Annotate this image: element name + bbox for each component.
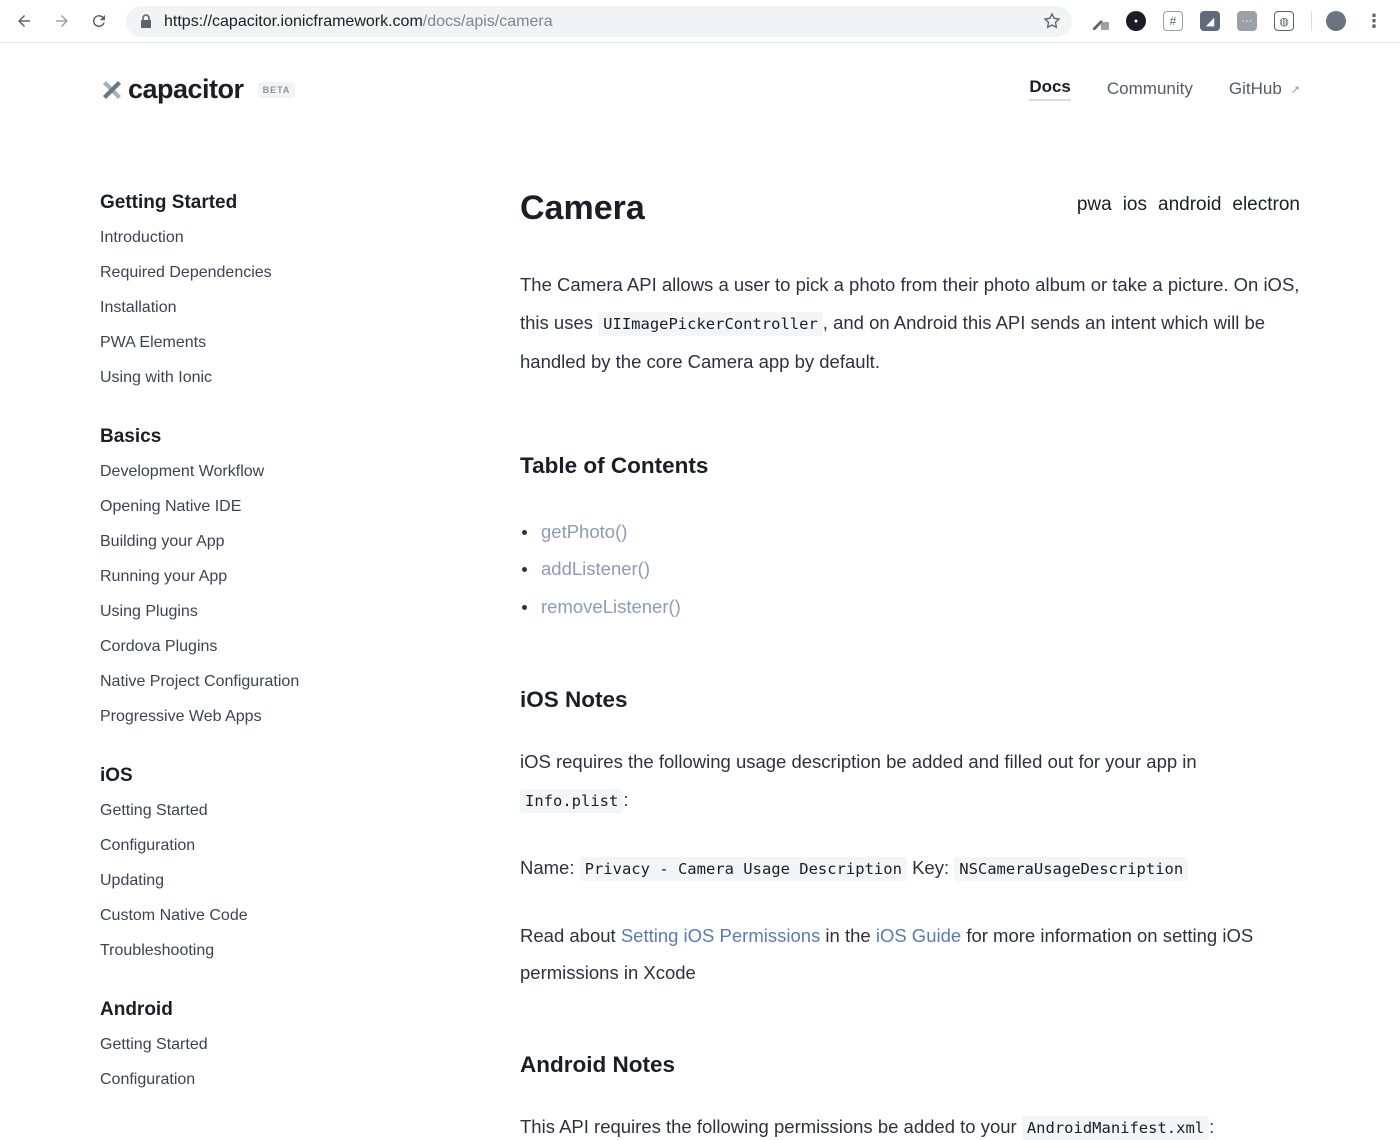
sidebar-item-android-configuration[interactable]: Configuration (100, 1067, 420, 1102)
inline-code: UIImagePickerController (598, 311, 823, 336)
toc-heading: Table of Contents (520, 452, 709, 478)
ios-notes-heading: iOS Notes (520, 687, 628, 712)
reload-button[interactable] (86, 8, 112, 34)
sidebar-group-title: Android (100, 999, 173, 1020)
nav-github[interactable]: GitHub ↗ (1229, 79, 1300, 99)
inline-code: NSCameraUsageDescription (954, 857, 1189, 881)
inline-code: Info.plist (520, 788, 624, 813)
sidebar-group-android: Android Getting Started Configuration (100, 997, 420, 1102)
toc-link-addlistener[interactable]: addListener() (541, 558, 650, 579)
toc-list: getPhoto() addListener() removeListener(… (520, 513, 1300, 626)
sidebar-item-introduction[interactable]: Introduction (100, 225, 420, 260)
android-notes-heading: Android Notes (520, 1051, 675, 1077)
capacitor-x-icon (103, 80, 121, 99)
sidebar-item-installation[interactable]: Installation (100, 295, 420, 330)
beta-badge: BETA (257, 81, 296, 98)
forward-arrow-icon (56, 15, 68, 27)
ios-notes-paragraph: iOS requires the following usage descrip… (520, 743, 1300, 820)
logo-text: capacitor (128, 74, 244, 104)
nav-community[interactable]: Community (1107, 79, 1193, 99)
sidebar-group-getting-started: Getting Started Introduction Required De… (100, 190, 420, 400)
browser-menu-icon[interactable]: ⋮ (1364, 11, 1384, 31)
sidebar-item-ios-troubleshooting[interactable]: Troubleshooting (100, 938, 420, 973)
url-text: https://capacitor.ionicframework.com/doc… (164, 13, 553, 30)
lock-icon (141, 14, 151, 28)
bookmark-star-icon[interactable] (1042, 11, 1062, 31)
sidebar-item-ios-updating[interactable]: Updating (100, 868, 420, 903)
sidebar-item-required-dependencies[interactable]: Required Dependencies (100, 260, 420, 295)
sidebar-item-ios-configuration[interactable]: Configuration (100, 833, 420, 868)
back-arrow-icon (18, 15, 30, 27)
sidebar-item-native-project-configuration[interactable]: Native Project Configuration (100, 669, 420, 704)
sidebar-item-pwa-elements[interactable]: PWA Elements (100, 330, 420, 365)
profile-avatar-icon[interactable] (1326, 11, 1346, 31)
toc-item: getPhoto() (520, 513, 1300, 551)
platform-tag-pwa: pwa (1076, 194, 1112, 215)
external-link-icon: ↗ (1290, 83, 1300, 96)
sidebar-item-building-your-app[interactable]: Building your App (100, 529, 420, 564)
platform-tag-electron: electron (1232, 194, 1300, 215)
sidebar-group-ios: iOS Getting Started Configuration Updati… (100, 763, 420, 973)
browser-toolbar: https://capacitor.ionicframework.com/doc… (0, 0, 1400, 43)
toolbar-divider (1311, 11, 1312, 31)
capacitor-logo[interactable]: capacitor BETA (100, 74, 296, 105)
toc-item: removeListener() (520, 588, 1300, 626)
setting-ios-permissions-link[interactable]: Setting iOS Permissions (621, 925, 820, 946)
sidebar-group-basics: Basics Development Workflow Opening Nati… (100, 424, 420, 739)
sidebar-item-running-your-app[interactable]: Running your App (100, 564, 420, 599)
platform-tag-ios: ios (1122, 194, 1147, 215)
ios-usage-key-paragraph: Name: Privacy - Camera Usage Description… (520, 849, 1300, 889)
sidebar-group-title: Getting Started (100, 192, 238, 213)
extension-arrow-icon[interactable]: ◢ (1200, 11, 1220, 31)
sidebar-item-progressive-web-apps[interactable]: Progressive Web Apps (100, 704, 420, 739)
sidebar-item-ios-custom-native-code[interactable]: Custom Native Code (100, 903, 420, 938)
sidebar-item-android-getting-started[interactable]: Getting Started (100, 1032, 420, 1067)
sidebar-item-opening-native-ide[interactable]: Opening Native IDE (100, 494, 420, 529)
toc-link-getphoto[interactable]: getPhoto() (541, 521, 627, 542)
hash-extension-icon[interactable]: # (1163, 11, 1183, 31)
nav-docs[interactable]: Docs (1029, 77, 1071, 101)
reload-icon (92, 15, 105, 28)
back-button[interactable] (11, 8, 37, 34)
platform-tag-android: android (1158, 194, 1222, 215)
toc-item: addListener() (520, 550, 1300, 588)
extension-dark-icon[interactable]: ● (1126, 11, 1146, 31)
sidebar-item-using-with-ionic[interactable]: Using with Ionic (100, 365, 420, 400)
main-content: Camera pwa ios android electron The Came… (520, 182, 1300, 1140)
extension-bulb-icon[interactable]: ◍ (1274, 11, 1294, 31)
intro-paragraph: The Camera API allows a user to pick a p… (520, 274, 1300, 372)
sidebar-group-title: iOS (100, 765, 133, 786)
toc-link-removelistener[interactable]: removeListener() (541, 596, 681, 617)
sidebar-item-ios-getting-started[interactable]: Getting Started (100, 798, 420, 833)
forward-button[interactable] (49, 8, 75, 34)
platform-tags: pwa ios android electron (1066, 194, 1300, 216)
sidebar-group-title: Basics (100, 426, 162, 447)
inline-code: Privacy - Camera Usage Description (579, 857, 907, 881)
address-bar[interactable]: https://capacitor.ionicframework.com/doc… (126, 6, 1072, 37)
inline-code: AndroidManifest.xml (1021, 1115, 1210, 1140)
ios-guide-link[interactable]: iOS Guide (876, 925, 961, 946)
eyedropper-extension-icon[interactable] (1090, 11, 1110, 31)
site-header: capacitor BETA Docs Community GitHub ↗ (0, 44, 1400, 134)
sidebar-item-using-plugins[interactable]: Using Plugins (100, 599, 420, 634)
docs-sidebar: Getting Started Introduction Required De… (100, 190, 420, 1126)
sidebar-item-development-workflow[interactable]: Development Workflow (100, 459, 420, 494)
android-notes-paragraph: This API requires the following permissi… (520, 1108, 1300, 1140)
ios-permissions-paragraph: Read about Setting iOS Permissions in th… (520, 924, 1254, 984)
extension-dots-icon[interactable]: ··· (1237, 11, 1257, 31)
sidebar-item-cordova-plugins[interactable]: Cordova Plugins (100, 634, 420, 669)
top-nav: Docs Community GitHub ↗ (993, 77, 1300, 101)
